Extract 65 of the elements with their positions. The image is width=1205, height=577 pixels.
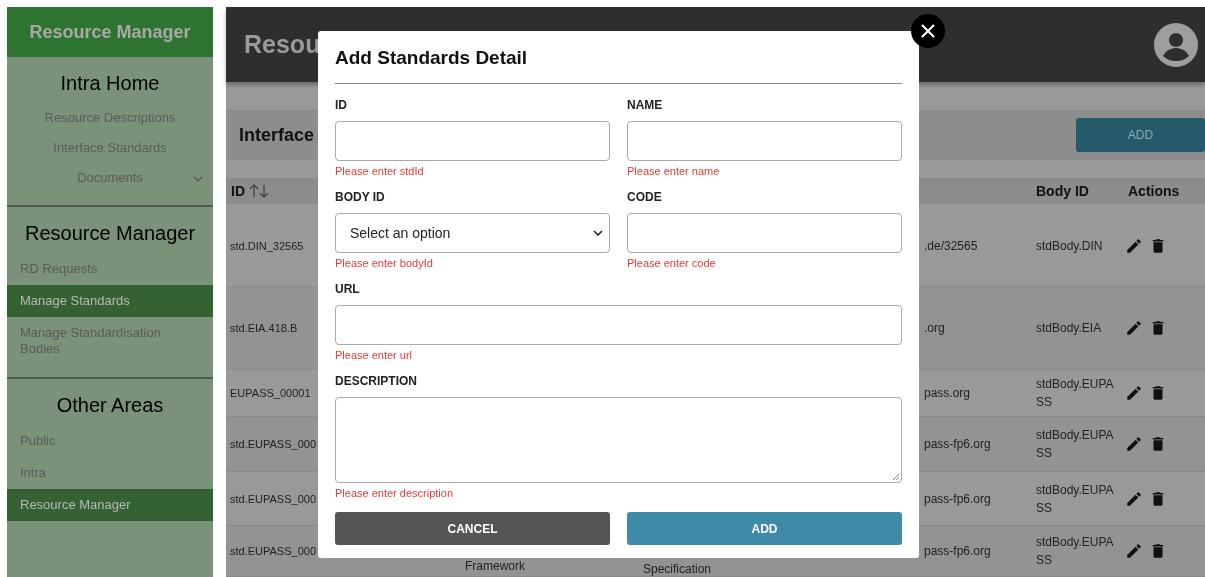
table-cell-text: std.EIA.418.B — [229, 322, 299, 334]
textarea-field[interactable] — [335, 397, 902, 483]
column-header: Actions — [1127, 182, 1181, 199]
input-field[interactable] — [335, 121, 610, 161]
table-cell-text: std.DIN_32565 — [229, 240, 305, 252]
table-cell-text: std.EUPASS_000 — [229, 492, 317, 505]
table-cell-text: stdBody.EUPASS — [1035, 481, 1115, 517]
table-cell-text: std.EUPASS_000 — [229, 545, 317, 557]
input-field[interactable] — [335, 305, 902, 345]
section-title: Interface — [239, 124, 315, 146]
field-label: BODY ID — [335, 190, 386, 204]
section-heading: Intra Home — [59, 71, 161, 96]
table-cell: Specification — [643, 562, 712, 576]
chevron-down-icon — [593, 230, 603, 236]
field-label: DESCRIPTION — [335, 374, 418, 388]
pencil-icon[interactable] — [1125, 384, 1143, 402]
field-label: CODE — [627, 190, 663, 204]
table-cell: Framework — [465, 559, 525, 573]
table-cell-text: stdBody.EUPASS — [1035, 376, 1115, 411]
pencil-icon[interactable] — [1125, 319, 1143, 337]
table-cell-text: pass.org — [923, 386, 972, 400]
sort-icon[interactable] — [249, 183, 269, 198]
error-message: Please enter stdId — [335, 164, 425, 178]
field-label: NAME — [627, 98, 664, 112]
table-cell-text: EUPASS_00001 — [229, 387, 312, 399]
error-message: Please enter url — [335, 348, 414, 362]
pencil-icon[interactable] — [1125, 489, 1143, 508]
input-field[interactable] — [627, 121, 902, 161]
column-header: Body ID — [1035, 182, 1090, 199]
chevron-down-icon — [193, 176, 203, 182]
table-cell-text: .org — [923, 321, 946, 335]
error-message: Please enter bodyId — [335, 256, 434, 270]
user-avatar-icon[interactable] — [1154, 22, 1198, 67]
nav-item[interactable]: Manage Standards — [7, 285, 213, 317]
app-title: Resource Manager — [7, 7, 213, 57]
table-cell-text: pass-fp6.org — [923, 437, 992, 451]
field-label: URL — [335, 282, 361, 296]
column-header[interactable]: ID — [226, 182, 318, 199]
error-message: Please enter code — [627, 256, 717, 270]
resize-grip-icon[interactable] — [892, 473, 900, 481]
table-cell-text: pass-fp6.org — [923, 491, 992, 506]
dialog-title: Add Standards Detail — [335, 46, 529, 70]
table-cell-text: .de/32565 — [923, 239, 979, 253]
pencil-icon[interactable] — [1125, 435, 1143, 453]
add-button[interactable]: ADD — [627, 512, 902, 545]
pencil-icon[interactable] — [1125, 237, 1143, 255]
section-heading: Resource Manager — [23, 221, 197, 246]
table-cell-text: stdBody.EUPASS — [1035, 427, 1115, 462]
table-cell-text: stdBody.DIN — [1035, 238, 1104, 255]
cancel-button[interactable]: CANCEL — [335, 512, 610, 545]
pencil-icon[interactable] — [1125, 542, 1143, 560]
close-icon — [921, 24, 935, 38]
field-label: ID — [335, 98, 348, 112]
input-field[interactable] — [627, 213, 902, 253]
add-button[interactable]: ADD — [1076, 118, 1205, 152]
table-cell-text: stdBody.EIA — [1035, 320, 1103, 337]
nav-item[interactable]: Resource Manager — [7, 489, 213, 521]
table-cell-text: pass-fp6.org — [923, 544, 992, 558]
table-cell-text: std.EUPASS_000 — [229, 438, 317, 450]
select-field[interactable]: Select an option — [335, 213, 610, 253]
table-cell-text: stdBody.EUPASS — [1035, 534, 1115, 569]
error-message: Please enter description — [335, 486, 454, 500]
section-heading: Other Areas — [55, 393, 165, 418]
page-title: Resou — [244, 30, 321, 59]
error-message: Please enter name — [627, 164, 721, 178]
